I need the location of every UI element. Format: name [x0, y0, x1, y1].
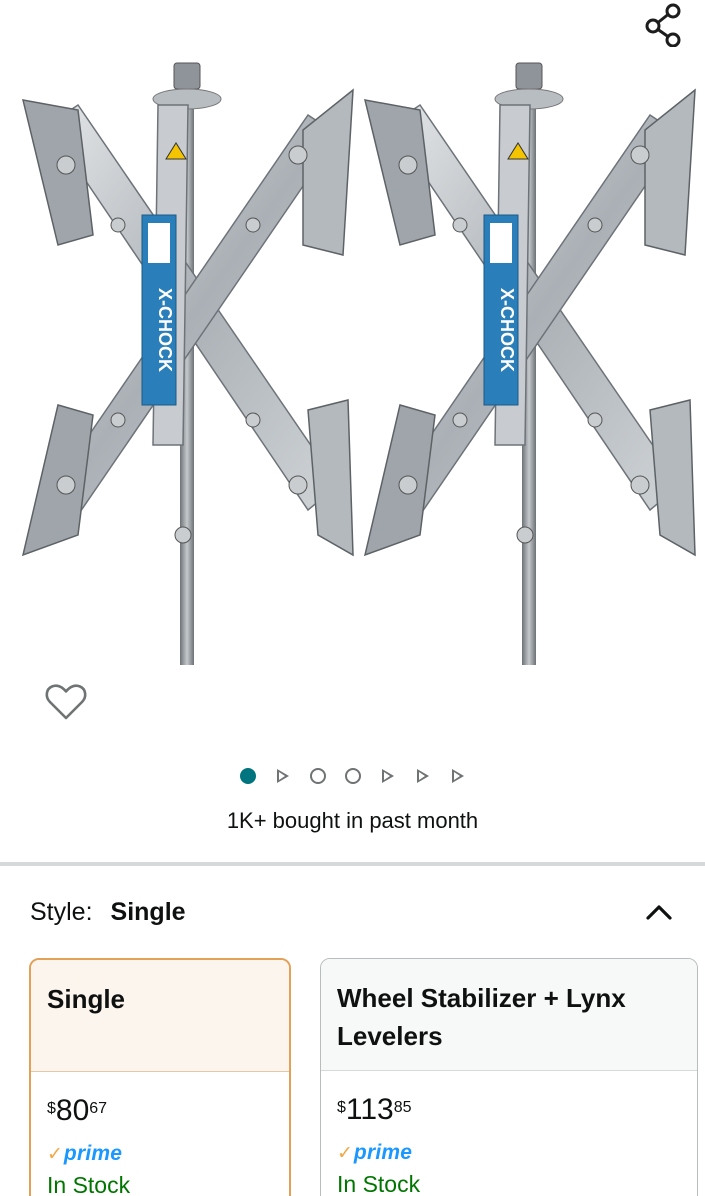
prime-badge: ✓ prime [47, 1142, 273, 1166]
share-button[interactable] [636, 0, 690, 50]
carousel-dot-video-1[interactable] [273, 766, 292, 785]
chevron-up-icon [646, 905, 672, 920]
style-selector-header: Style: Single [30, 892, 685, 932]
section-divider [0, 862, 705, 866]
play-icon [416, 768, 429, 783]
active-dot-icon [239, 767, 256, 784]
style-option-single[interactable]: Single $ 80 67 ✓ prime In Stock [29, 958, 291, 1196]
prime-badge: ✓ prime [337, 1141, 681, 1165]
product-image[interactable]: X-CHOCK [18, 55, 702, 670]
collapse-style-button[interactable] [639, 894, 679, 930]
price-whole: 80 [55, 1094, 90, 1127]
price: $ 113 85 [337, 1093, 681, 1133]
availability: In Stock [337, 1171, 421, 1196]
dot-icon [344, 767, 361, 784]
carousel-dot-image-3[interactable] [343, 766, 362, 785]
carousel-dot-image-1[interactable] [238, 766, 257, 785]
heart-outline-icon [45, 684, 87, 720]
style-options: Single $ 80 67 ✓ prime In Stock Wheel St… [29, 958, 698, 1196]
carousel-dot-video-2[interactable] [378, 766, 397, 785]
dot-icon [309, 767, 326, 784]
play-icon [451, 768, 464, 783]
play-icon [381, 768, 394, 783]
price-symbol: $ [47, 1100, 56, 1117]
product-image-gallery: X-CHOCK 1K+ bought in past month [0, 0, 705, 862]
prime-check-icon: ✓ [47, 1143, 63, 1165]
carousel-dot-image-2[interactable] [308, 766, 327, 785]
prime-check-icon: ✓ [337, 1142, 353, 1164]
price-whole: 113 [345, 1093, 394, 1126]
style-option-wheel-stabilizer-lynx[interactable]: Wheel Stabilizer + Lynx Levelers $ 113 8… [320, 958, 698, 1196]
wishlist-button[interactable] [42, 680, 90, 724]
style-label: Style: [30, 897, 93, 926]
availability: In Stock [47, 1172, 131, 1196]
carousel-dot-video-3[interactable] [413, 766, 432, 785]
bought-in-past-month: 1K+ bought in past month [226, 808, 479, 833]
price-fraction: 85 [393, 1099, 412, 1116]
carousel-indicators [0, 766, 705, 785]
style-option-name: Wheel Stabilizer + Lynx Levelers [321, 959, 697, 1071]
carousel-dot-video-4[interactable] [448, 766, 467, 785]
style-selected-value: Single [110, 897, 186, 926]
price: $ 80 67 [47, 1094, 273, 1134]
price-symbol: $ [337, 1099, 346, 1116]
play-icon [276, 768, 289, 783]
prime-label: prime [63, 1142, 123, 1165]
style-option-name: Single [31, 960, 289, 1072]
share-icon [645, 3, 681, 47]
price-fraction: 67 [89, 1100, 108, 1117]
prime-label: prime [353, 1141, 413, 1164]
